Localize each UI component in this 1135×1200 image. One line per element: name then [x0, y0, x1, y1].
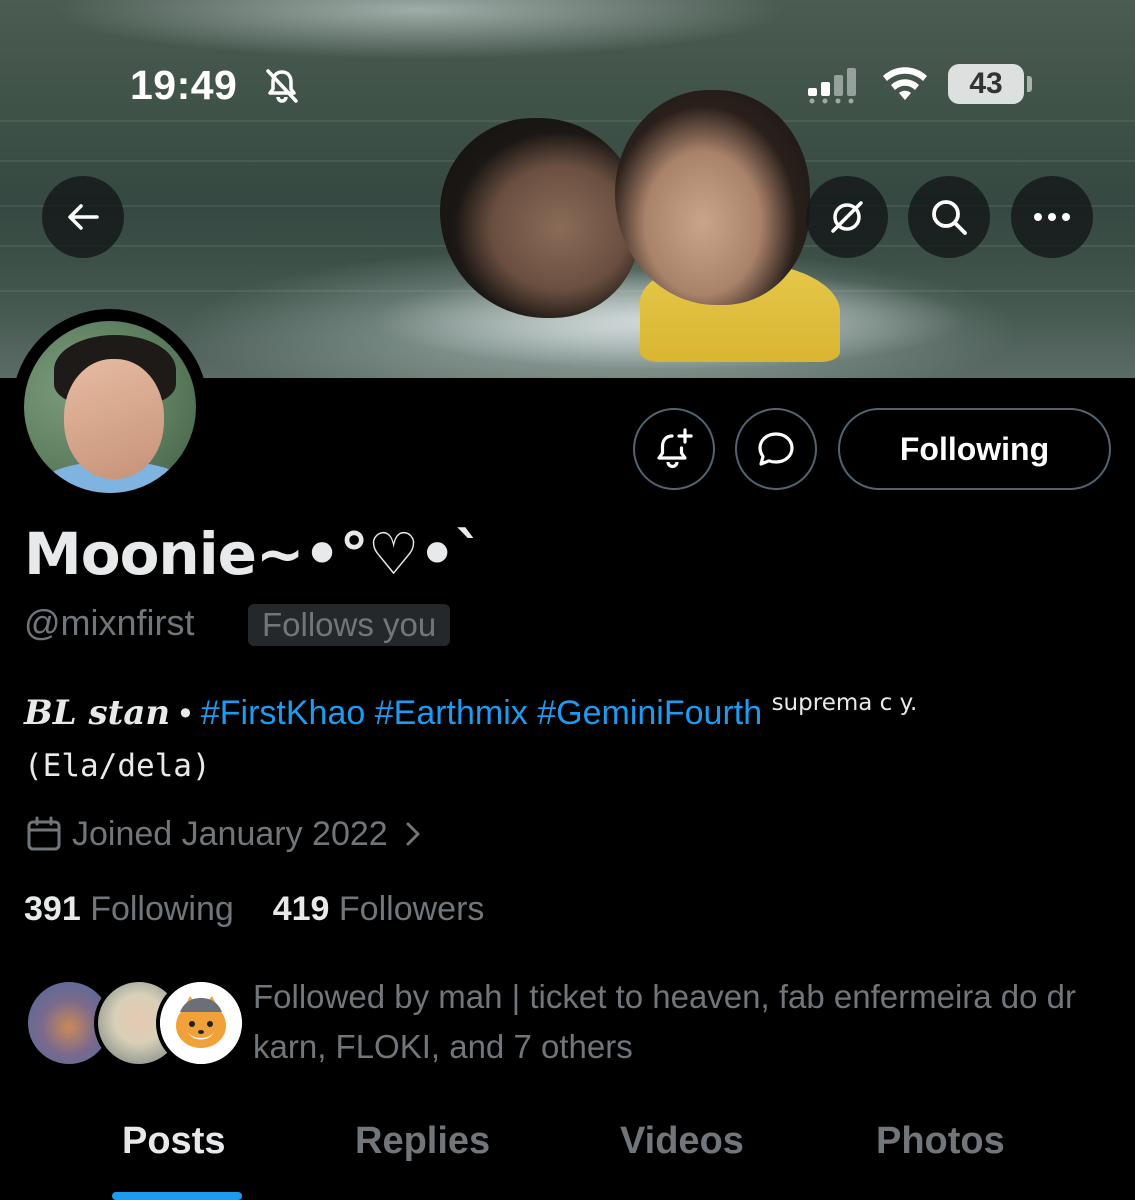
following-button[interactable]: Following [838, 408, 1111, 490]
calendar-icon [27, 816, 61, 851]
follower-avatar[interactable] [156, 978, 246, 1068]
user-handle: @mixnfirst [24, 602, 195, 643]
search-icon [932, 200, 967, 235]
followers-count: 419 [272, 890, 330, 928]
following-label: Following [90, 890, 234, 928]
followers-you-know[interactable]: Followed by mah | ticket to heaven, fab … [253, 972, 1113, 1072]
followers-stat[interactable]: 419 Followers [273, 890, 485, 928]
followers-label: Followers [338, 890, 485, 928]
search-button[interactable] [908, 176, 990, 258]
arrow-left-icon [68, 204, 99, 230]
chevron-right-icon [406, 822, 420, 846]
message-button[interactable] [735, 408, 817, 490]
profile-avatar[interactable] [12, 309, 208, 505]
message-bubble-icon [758, 432, 794, 466]
wifi-icon [883, 67, 927, 100]
bell-off-icon [266, 69, 298, 103]
follows-you-badge: Follows you [248, 604, 451, 646]
tab-posts[interactable]: Posts [122, 1120, 225, 1163]
active-tab-indicator [112, 1192, 242, 1200]
tab-photos[interactable]: Photos [876, 1120, 1005, 1163]
display-name: Moonie~•°♡•` [24, 520, 484, 588]
follow-stats: 391 Following 419 Followers [24, 890, 484, 929]
signal-icon [808, 68, 856, 104]
bio-separator: • [170, 694, 201, 732]
joined-text: Joined January 2022 [72, 814, 388, 853]
grok-icon [831, 201, 863, 233]
hashtag-link[interactable]: #GeminiFourth [537, 694, 762, 732]
bio-pronouns: (Ela/dela) [24, 748, 211, 784]
floki-shiba-icon [160, 982, 242, 1064]
notifications-button[interactable] [633, 408, 715, 490]
back-button[interactable] [42, 176, 124, 258]
hashtag-link[interactable]: #Earthmix [375, 694, 528, 732]
following-stat[interactable]: 391 Following [24, 890, 234, 928]
following-count: 391 [24, 890, 81, 928]
bell-plus-icon [657, 428, 693, 469]
tab-replies[interactable]: Replies [355, 1120, 490, 1163]
grok-button[interactable] [806, 176, 888, 258]
bio-suffix: suprema c y. [771, 690, 918, 716]
more-icon [1034, 213, 1070, 221]
more-button[interactable] [1011, 176, 1093, 258]
joined-date[interactable]: Joined January 2022 [24, 814, 436, 854]
status-time: 19:49 [130, 62, 238, 108]
hashtag-link[interactable]: #FirstKhao [201, 694, 365, 732]
bio: BL stan • #FirstKhao #Earthmix #GeminiFo… [24, 690, 917, 733]
bio-bl-stan: BL stan [24, 693, 171, 733]
tab-videos[interactable]: Videos [620, 1120, 744, 1163]
battery-indicator: 43 [948, 64, 1024, 104]
